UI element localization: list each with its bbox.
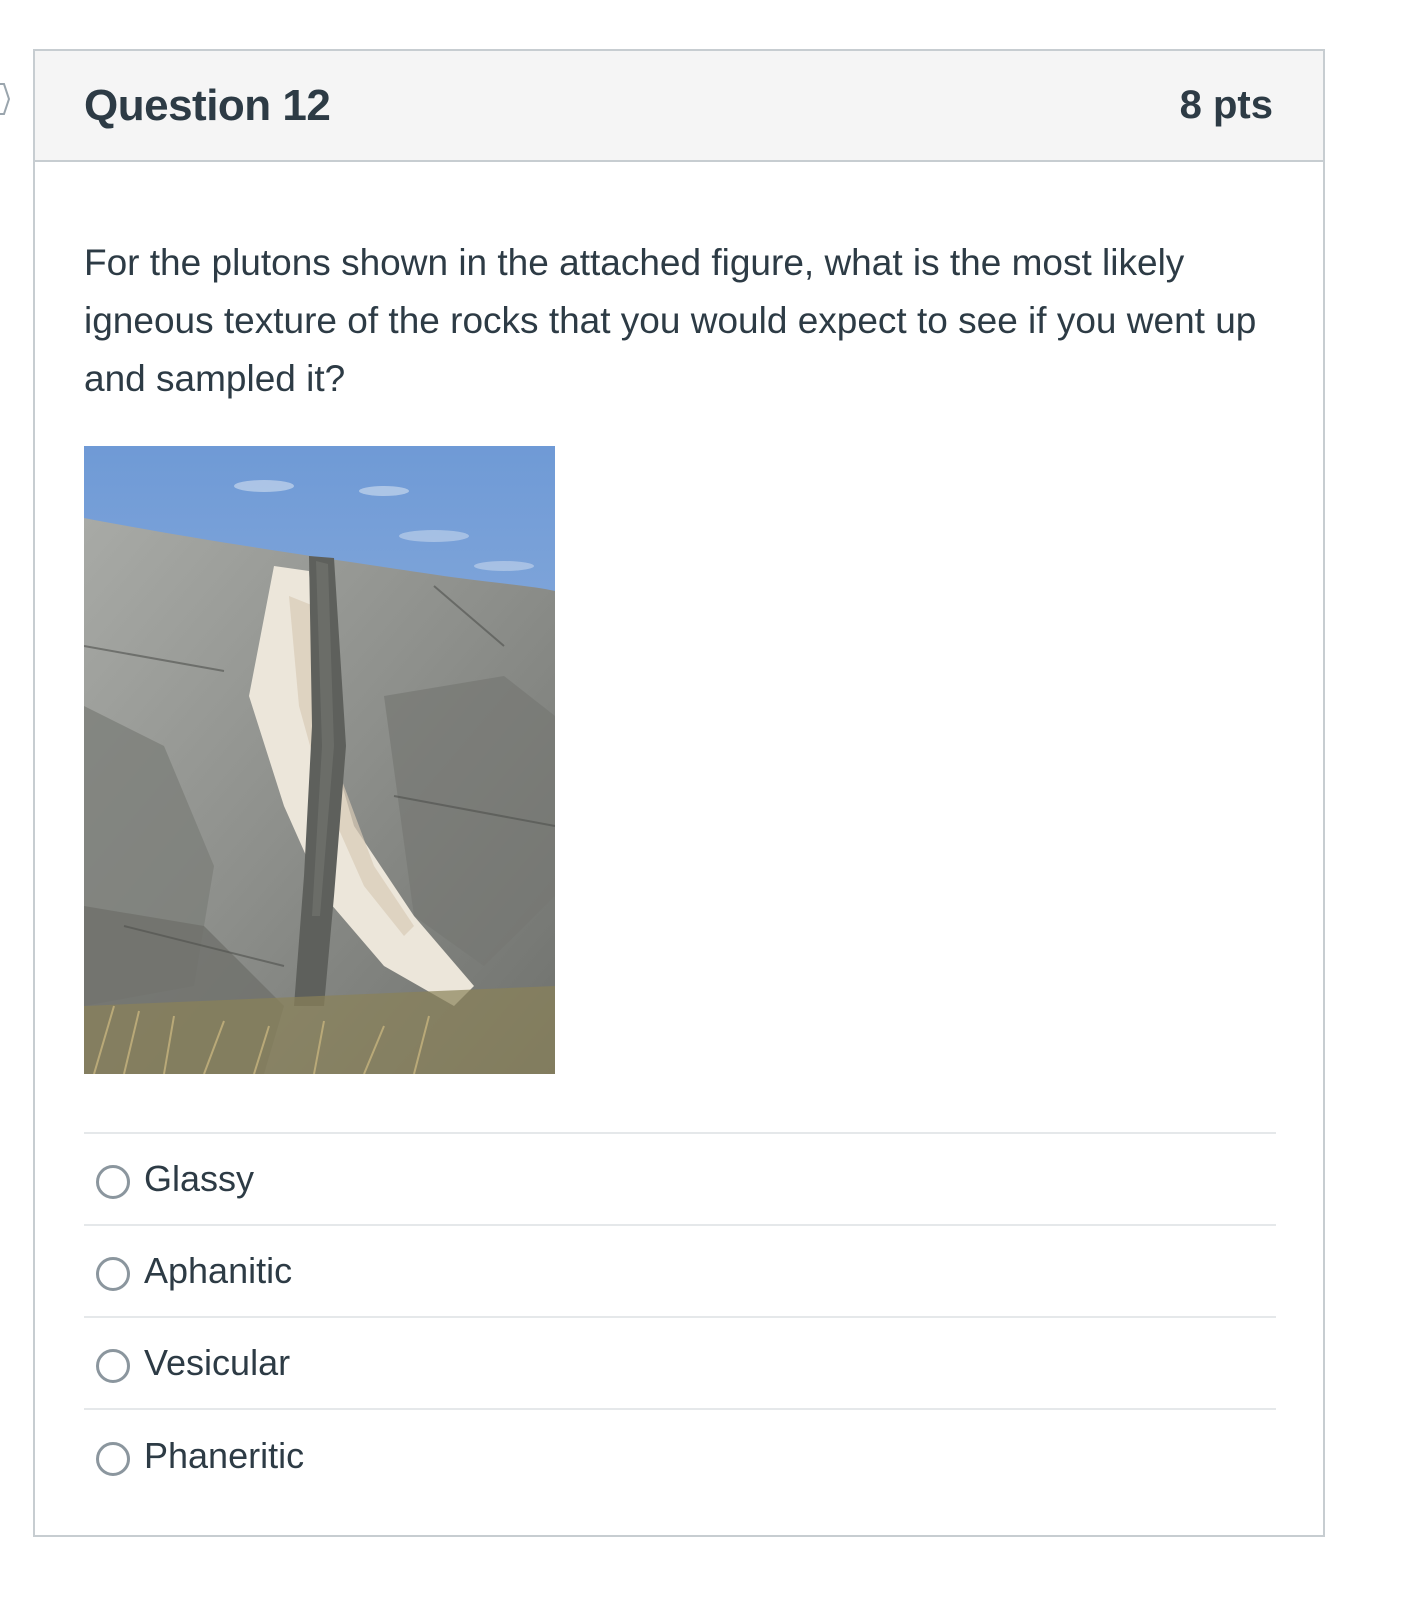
question-points: 8 pts: [1179, 83, 1273, 127]
answer-label: Vesicular: [144, 1342, 291, 1383]
answer-label: Aphanitic: [144, 1250, 293, 1291]
question-text: For the plutons shown in the attached fi…: [84, 242, 1257, 399]
answer-label: Phaneritic: [144, 1435, 305, 1476]
question-body: For the plutons shown in the attached fi…: [35, 234, 1323, 1502]
radio-button[interactable]: [96, 1349, 130, 1383]
answer-list: Glassy Aphanitic Vesicular Phaneritic: [84, 1132, 1276, 1502]
radio-button[interactable]: [96, 1257, 130, 1291]
answer-option-glassy[interactable]: Glassy: [84, 1134, 1276, 1226]
answer-option-phaneritic[interactable]: Phaneritic: [84, 1410, 1276, 1502]
answer-label: Glassy: [144, 1158, 255, 1199]
question-title: Question 12: [84, 80, 331, 130]
question-card: Question 12 8 pts For the plutons shown …: [33, 49, 1325, 1537]
answer-option-aphanitic[interactable]: Aphanitic: [84, 1226, 1276, 1318]
radio-button[interactable]: [96, 1442, 130, 1476]
question-header: Question 12 8 pts: [35, 51, 1323, 162]
answer-option-vesicular[interactable]: Vesicular: [84, 1318, 1276, 1410]
radio-button[interactable]: [96, 1165, 130, 1199]
bookmark-flag-icon[interactable]: [0, 82, 10, 116]
rock-outcrop-figure: [84, 446, 555, 1074]
